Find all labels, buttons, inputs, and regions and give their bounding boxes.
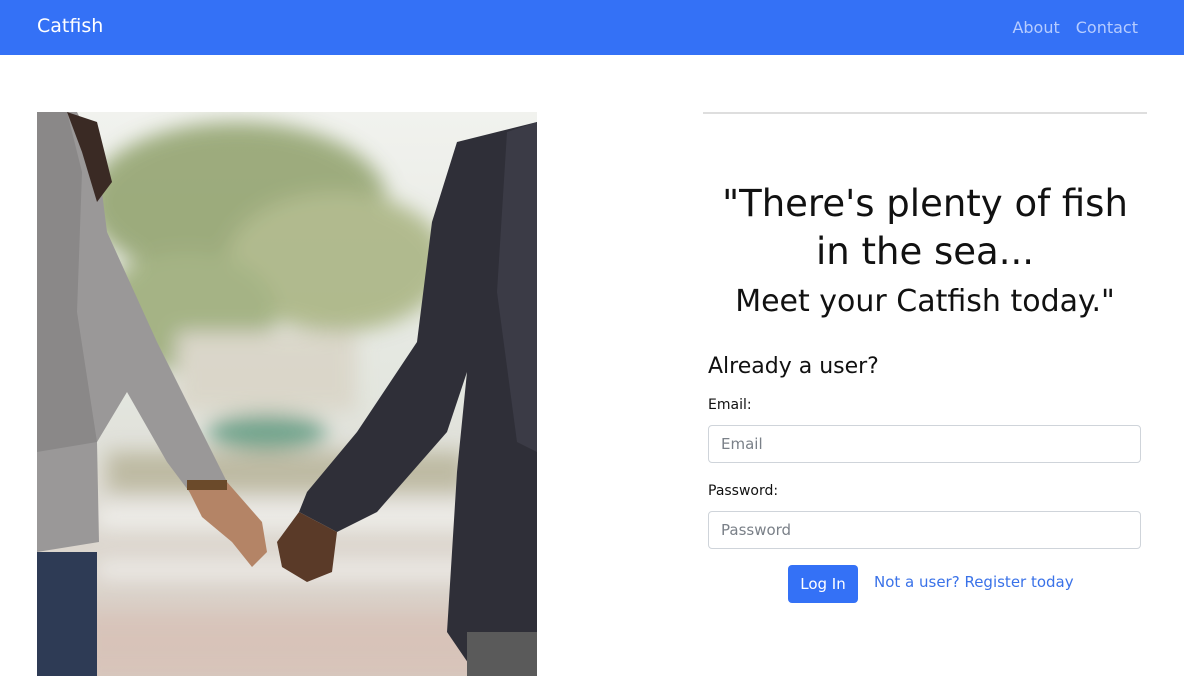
top-navbar: Catfish About Contact — [0, 0, 1184, 55]
tagline-line-1: "There's plenty of fish in the sea... — [722, 182, 1128, 273]
login-heading: Already a user? — [708, 354, 879, 379]
password-field[interactable] — [708, 511, 1141, 549]
nav-links: About Contact — [1012, 18, 1138, 37]
register-link[interactable]: Not a user? Register today — [874, 573, 1074, 591]
password-label: Password: — [708, 483, 779, 499]
email-field[interactable] — [708, 425, 1141, 463]
nav-link-about[interactable]: About — [1012, 18, 1059, 37]
email-label: Email: — [708, 397, 752, 413]
hero-photo — [37, 112, 537, 676]
brand-logo[interactable]: Catfish — [37, 15, 103, 37]
couple-holding-hands-image — [37, 112, 537, 676]
nav-link-contact[interactable]: Contact — [1076, 18, 1138, 37]
tagline: "There's plenty of fish in the sea... Me… — [703, 180, 1147, 326]
tagline-line-2: Meet your Catfish today." — [735, 284, 1115, 319]
login-button[interactable]: Log In — [788, 565, 858, 603]
section-divider — [703, 112, 1147, 114]
